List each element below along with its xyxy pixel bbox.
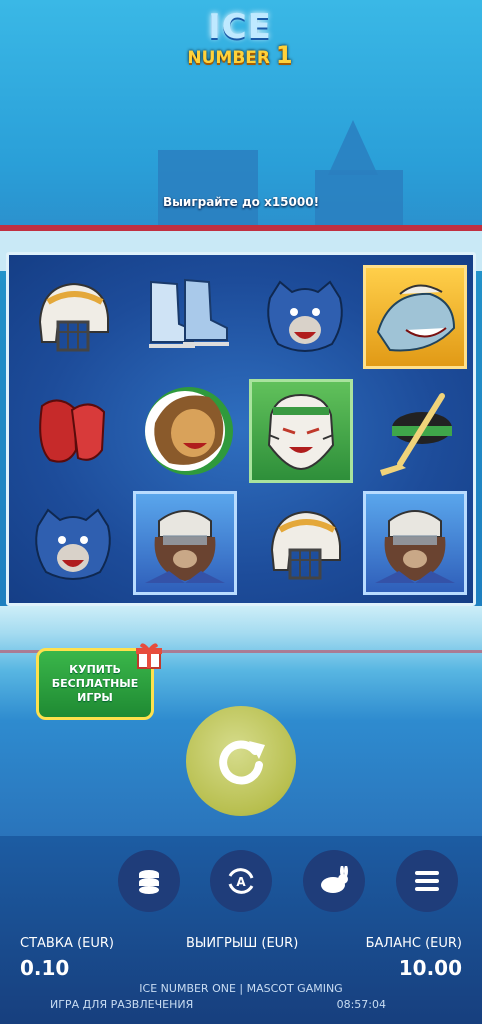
bet-coins-button[interactable] <box>118 850 180 912</box>
play-mode-text: ИГРА ДЛЯ РАЗВЛЕЧЕНИЯ <box>50 998 194 1011</box>
symbol-brown-bear <box>133 491 237 595</box>
stake-label: СТАВКА (EUR) <box>20 936 114 951</box>
skates-icon <box>149 278 229 348</box>
spin-arrow-icon <box>219 740 265 785</box>
shark-icon <box>376 284 456 352</box>
menu-icon <box>415 871 439 891</box>
menu-button[interactable] <box>396 850 458 912</box>
game-logo: ICE NUMBER 1 <box>180 8 300 92</box>
gift-icon <box>136 643 162 669</box>
lion-icon <box>145 387 233 475</box>
turbo-rabbit-icon <box>321 866 348 893</box>
symbol-tiger <box>249 379 353 483</box>
gloves-icon <box>39 399 106 463</box>
symbol-helmet <box>253 493 357 597</box>
helmet-icon <box>270 510 341 580</box>
win-label: ВЫИГРЫШ (EUR) <box>186 936 299 951</box>
helmet-icon <box>38 282 109 352</box>
brown-bear-icon <box>145 510 225 583</box>
buy-button-line2: БЕСПЛАТНЫЕ ИГРЫ <box>51 677 139 704</box>
symbol-shark <box>363 265 467 369</box>
coins-icon <box>139 870 159 894</box>
puck-stick-icon <box>380 393 452 476</box>
autoplay-button[interactable]: A <box>210 850 272 912</box>
balance-value: 10.00 <box>398 956 462 980</box>
game-title-footer: ICE NUMBER ONE | MASCOT GAMING <box>139 982 343 995</box>
symbol-brown-bear <box>363 491 467 595</box>
symbol-skates <box>137 265 241 369</box>
clock-text: 08:57:04 <box>336 998 386 1011</box>
symbol-puck-stick <box>363 379 467 483</box>
reel-board <box>6 252 476 606</box>
autoplay-icon: A <box>228 868 254 894</box>
stake-value: 0.10 <box>20 956 70 980</box>
symbol-bear <box>253 265 357 369</box>
logo-number-text: NUMBER 1 <box>187 41 293 69</box>
balance-label: БАЛАНС (EUR) <box>365 936 462 951</box>
skyline-building <box>158 150 258 230</box>
bear-icon <box>35 508 111 580</box>
symbol-lion <box>137 379 241 483</box>
spin-button[interactable] <box>186 706 296 816</box>
promo-banner: Выиграйте до x15000! <box>162 195 320 209</box>
autoplay-letter: A <box>236 875 246 889</box>
symbol-gloves <box>21 379 125 483</box>
bear-icon <box>267 280 343 352</box>
symbol-bear <box>21 493 125 597</box>
tiger-icon <box>267 393 335 471</box>
brown-bear-icon <box>375 510 455 583</box>
turbo-button[interactable] <box>303 850 365 912</box>
symbol-helmet <box>21 265 125 369</box>
